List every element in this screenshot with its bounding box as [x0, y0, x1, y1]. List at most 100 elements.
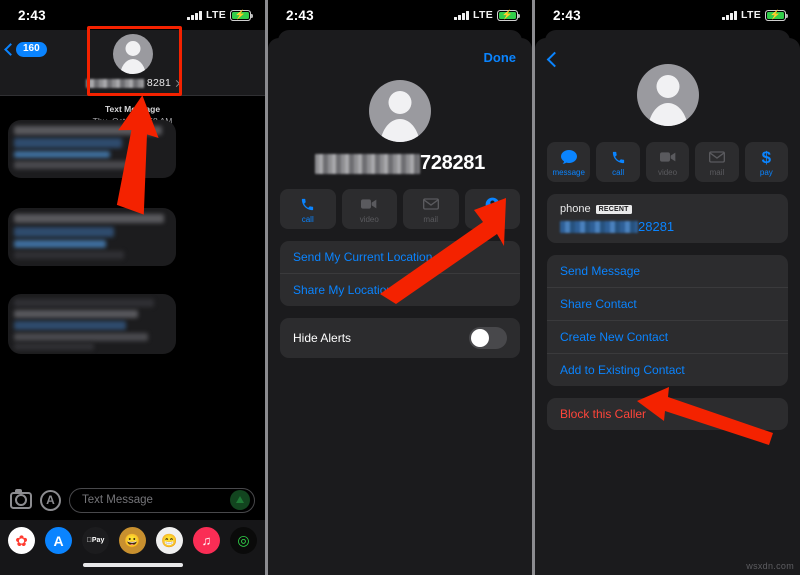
message-bubble[interactable] — [8, 294, 176, 354]
contact-hero: 728281 — [268, 80, 532, 175]
message-bubble[interactable] — [8, 120, 176, 178]
signal-bars-icon — [722, 10, 738, 20]
contact-hero — [535, 64, 800, 126]
phone-number-suffix: 28281 — [638, 219, 675, 234]
message-composer: A Text Message — [0, 480, 265, 520]
action-info[interactable]: info — [464, 189, 520, 229]
avatar — [112, 34, 153, 74]
hide-alerts-label: Hide Alerts — [293, 331, 352, 345]
status-indicators: LTE ⚡ — [187, 9, 254, 21]
redacted-number-block — [560, 220, 638, 233]
action-label: video — [657, 168, 678, 177]
chevron-right-icon — [173, 79, 181, 87]
phone-icon — [611, 149, 626, 165]
share-my-location-row[interactable]: Share My Location — [280, 274, 520, 306]
recent-badge: RECENT — [595, 204, 632, 214]
action-label: video — [359, 215, 379, 224]
watermark: wsxdn.com — [746, 561, 794, 571]
action-label: message — [552, 168, 585, 177]
battery-icon: ⚡ — [765, 9, 789, 21]
status-indicators: LTE ⚡ — [454, 9, 521, 21]
action-video[interactable]: video — [645, 142, 690, 182]
timestamp-label: Text Message — [104, 104, 161, 114]
apple-pay-icon[interactable]: Pay — [82, 527, 109, 554]
location-group: Send My Current Location Share My Locati… — [280, 241, 520, 306]
photos-app-icon[interactable]: ✿ — [8, 527, 35, 554]
music-app-icon[interactable]: ♫ — [193, 527, 220, 554]
battery-icon: ⚡ — [230, 9, 254, 21]
contact-number-suffix: 8281 — [146, 77, 172, 89]
phone-field-label: phone RECENT — [560, 203, 775, 215]
send-button[interactable] — [230, 490, 250, 510]
memoji-icon-1[interactable]: 😀 — [119, 527, 146, 554]
action-mail[interactable]: mail — [403, 189, 459, 229]
message-input-placeholder: Text Message — [82, 494, 153, 506]
contact-name: 728281 — [315, 152, 485, 175]
phone-field-value: 28281 — [560, 219, 775, 234]
contact-details-sheet: Done 728281 call video mail info Send My… — [268, 38, 532, 575]
action-label: mail — [423, 215, 439, 224]
contact-info-sheet: message call video mail $ pay phone RECE… — [535, 38, 800, 575]
signal-bars-icon — [454, 10, 470, 20]
home-indicator — [82, 563, 183, 567]
send-message-row[interactable]: Send Message — [547, 255, 788, 288]
network-label: LTE — [206, 9, 226, 21]
avatar — [636, 64, 699, 126]
video-icon — [361, 196, 377, 212]
message-input[interactable]: Text Message — [69, 487, 255, 513]
status-indicators: LTE ⚡ — [722, 9, 789, 21]
phone-field-group: phone RECENT 28281 — [547, 194, 788, 243]
fitness-app-icon[interactable]: ◎ — [230, 527, 257, 554]
redacted-number-block — [315, 154, 421, 174]
status-bar-3: 2:43 LTE ⚡ — [535, 0, 800, 30]
status-bar-2: 2:43 LTE ⚡ — [268, 0, 532, 30]
network-label: LTE — [741, 9, 761, 21]
action-call[interactable]: call — [596, 142, 640, 182]
done-button[interactable]: Done — [484, 50, 517, 65]
avatar — [369, 80, 431, 142]
message-bubble-icon — [560, 149, 577, 165]
action-video[interactable]: video — [341, 189, 397, 229]
action-label: info — [485, 215, 499, 224]
status-clock: 2:43 — [553, 7, 581, 23]
battery-icon: ⚡ — [497, 9, 521, 21]
contact-action-row: message call video mail $ pay — [535, 142, 800, 182]
panel-contact-info: 2:43 LTE ⚡ message call video mail $ pay… — [535, 0, 800, 575]
action-mail[interactable]: mail — [695, 142, 739, 182]
message-bubble[interactable] — [8, 208, 176, 266]
block-caller-group: Block this Caller — [547, 398, 788, 430]
screenshot-stage: 2:43 LTE ⚡ 160 8281 Text Message A Text … — [0, 0, 800, 575]
block-this-caller-row[interactable]: Block this Caller — [547, 398, 788, 430]
panel-contact-details: 2:43 LTE ⚡ Done 728281 call video mail i… — [268, 0, 532, 575]
app-store-app-icon[interactable]: A — [45, 527, 72, 554]
mail-icon — [708, 149, 725, 165]
dollar-icon: $ — [761, 147, 772, 167]
redacted-number-block — [85, 78, 144, 88]
action-label: call — [612, 168, 625, 177]
action-pay[interactable]: $ pay — [744, 142, 789, 182]
hide-alerts-row[interactable]: Hide Alerts — [280, 318, 520, 358]
add-to-existing-contact-row[interactable]: Add to Existing Contact — [547, 354, 788, 386]
memoji-icon-2[interactable]: 😁 — [156, 527, 183, 554]
panel-messages-conversation: 2:43 LTE ⚡ 160 8281 Text Message A Text … — [0, 0, 265, 575]
action-label: mail — [709, 168, 725, 177]
camera-icon[interactable] — [10, 488, 32, 509]
status-bar-1: 2:43 LTE ⚡ — [0, 0, 265, 30]
phone-field-row[interactable]: phone RECENT 28281 — [547, 194, 788, 243]
hide-alerts-group: Hide Alerts — [280, 318, 520, 358]
action-call[interactable]: call — [280, 189, 336, 229]
info-person-icon — [485, 196, 500, 212]
hide-alerts-toggle[interactable] — [469, 327, 507, 349]
send-current-location-row[interactable]: Send My Current Location — [280, 241, 520, 274]
mail-icon — [422, 196, 439, 212]
create-new-contact-row[interactable]: Create New Contact — [547, 321, 788, 354]
app-store-icon[interactable]: A — [40, 489, 61, 511]
network-label: LTE — [473, 9, 493, 21]
contact-number-suffix: 728281 — [420, 152, 485, 174]
conversation-nav-bar: 160 8281 — [0, 30, 265, 96]
action-message[interactable]: message — [547, 142, 591, 182]
status-clock: 2:43 — [18, 7, 46, 23]
nav-contact-button[interactable]: 8281 — [0, 34, 265, 89]
status-clock: 2:43 — [286, 7, 314, 23]
share-contact-row[interactable]: Share Contact — [547, 288, 788, 321]
